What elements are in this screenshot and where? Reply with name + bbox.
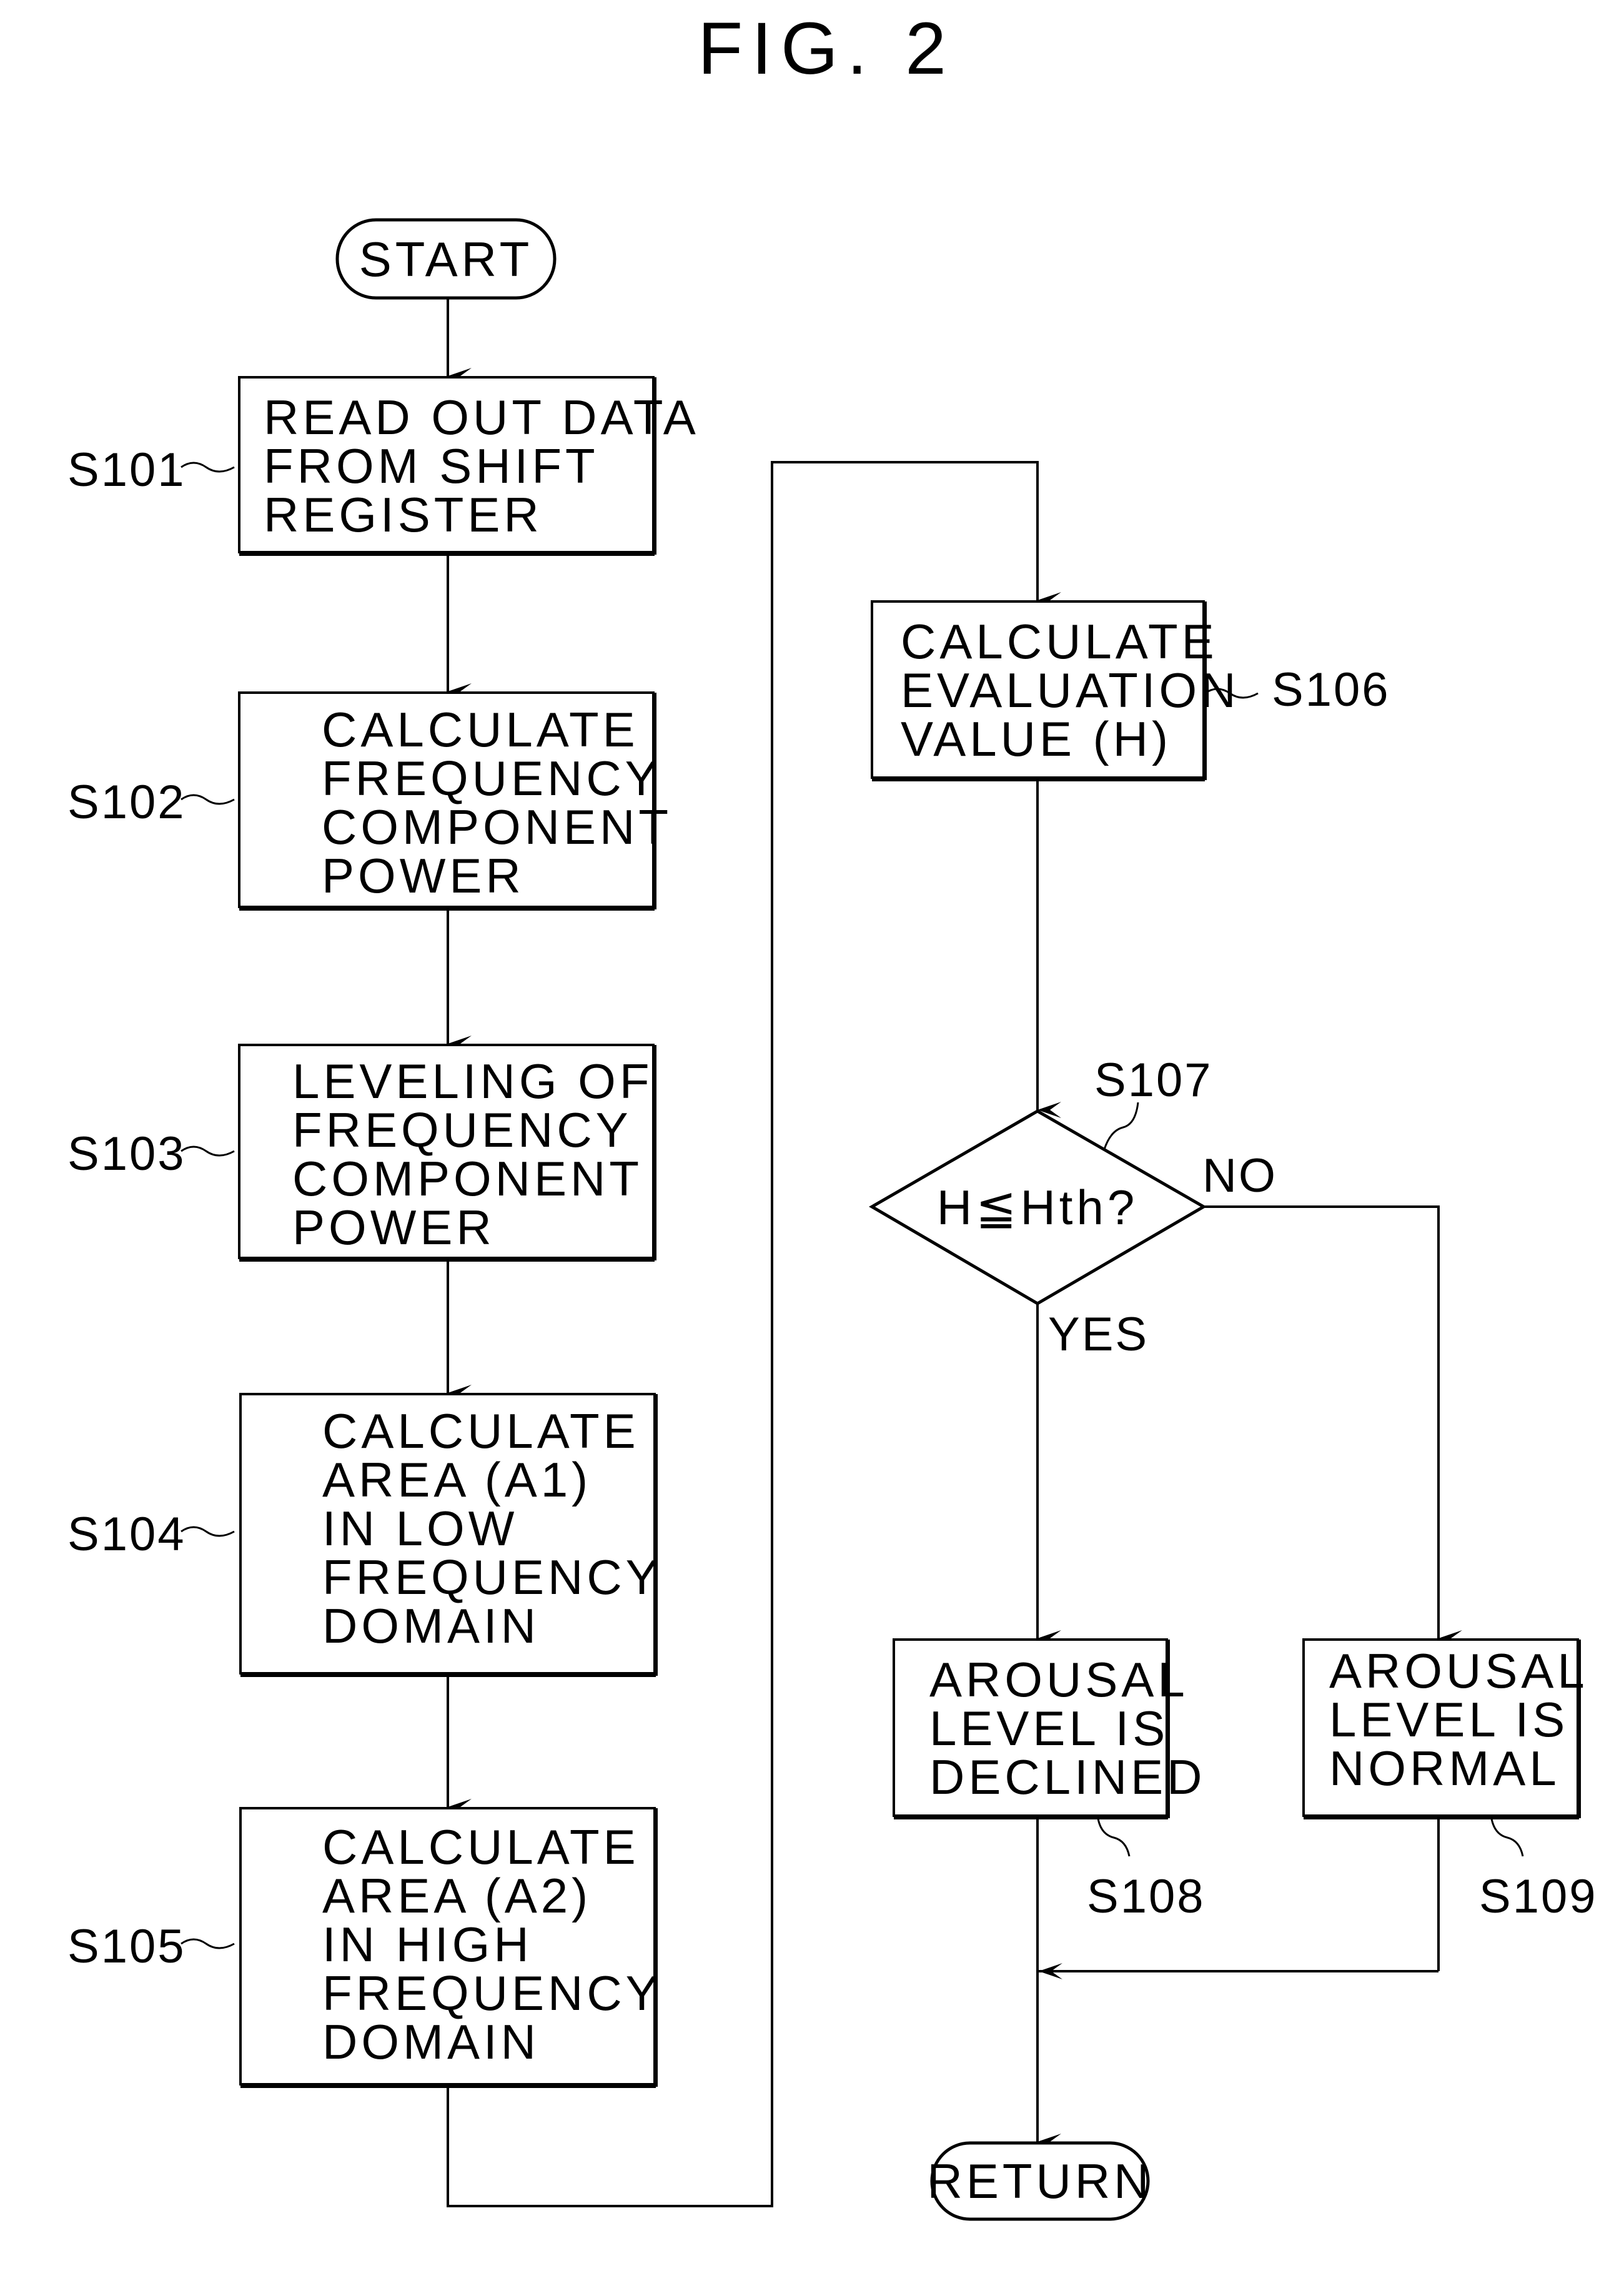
step-text: AROUSAL xyxy=(929,1652,1189,1707)
step-id: S106 xyxy=(1272,663,1390,716)
step-text: DECLINED xyxy=(929,1749,1206,1804)
step-id: S102 xyxy=(67,776,186,829)
step-text: LEVEL IS xyxy=(929,1701,1169,1756)
step-text: CALCULATE xyxy=(322,1819,640,1874)
step-text: CALCULATE xyxy=(322,1403,640,1458)
step-id: S101 xyxy=(67,443,186,497)
step-text: FREQUENCY xyxy=(322,751,661,806)
leader-line xyxy=(1097,1818,1131,1857)
leader-line xyxy=(181,462,235,473)
step-id: S103 xyxy=(67,1127,186,1180)
leader-line xyxy=(181,1146,235,1157)
step-id: S109 xyxy=(1479,1870,1598,1923)
decision-condition: H≦Hth? xyxy=(937,1180,1138,1235)
start-terminal: START xyxy=(335,218,557,300)
step-text: READ OUT DATA xyxy=(264,390,700,445)
step-s106: CALCULATE EVALUATION VALUE (H) S106 xyxy=(871,600,1390,781)
step-text: POWER xyxy=(322,848,525,903)
flowchart: FIG. 2 START READ OUT DATA FROM SHIFT RE… xyxy=(67,7,1598,2221)
step-id: S108 xyxy=(1087,1870,1206,1923)
return-terminal: RETURN xyxy=(928,2141,1153,2221)
step-text: POWER xyxy=(292,1200,495,1255)
step-id: S105 xyxy=(67,1920,186,1973)
step-s109: AROUSAL LEVEL IS NORMAL S109 xyxy=(1302,1638,1598,1923)
step-text: REGISTER xyxy=(264,487,543,542)
leader-line xyxy=(181,1526,235,1537)
step-text: NORMAL xyxy=(1329,1741,1560,1796)
leader-line xyxy=(181,1938,235,1949)
step-text: AREA (A1) xyxy=(322,1452,592,1507)
return-label: RETURN xyxy=(928,2154,1153,2209)
arrow-no-to-s109 xyxy=(1204,1205,1462,1646)
leader-line xyxy=(1103,1102,1139,1150)
step-s108: AROUSAL LEVEL IS DECLINED S108 xyxy=(893,1638,1206,1923)
step-s104: CALCULATE AREA (A1) IN LOW FREQUENCY DOM… xyxy=(67,1393,662,1677)
step-text: VALUE (H) xyxy=(901,711,1172,766)
step-text: EVALUATION xyxy=(901,663,1240,718)
step-text: IN LOW xyxy=(322,1501,518,1556)
step-text: CALCULATE xyxy=(901,614,1218,669)
yes-label: YES xyxy=(1048,1308,1149,1361)
start-label: START xyxy=(359,232,533,287)
step-id: S107 xyxy=(1094,1054,1213,1107)
step-text: AROUSAL xyxy=(1329,1643,1588,1698)
step-text: FREQUENCY xyxy=(322,1966,662,2021)
step-s102: CALCULATE FREQUENCY COMPONENT POWER S102 xyxy=(67,691,672,911)
step-text: FREQUENCY xyxy=(322,1550,662,1605)
step-text: COMPONENT xyxy=(322,799,672,854)
step-text: AREA (A2) xyxy=(322,1868,592,1923)
step-text: COMPONENT xyxy=(292,1151,643,1206)
step-text: LEVELING OF xyxy=(292,1054,653,1109)
leader-line xyxy=(181,794,235,805)
no-label: NO xyxy=(1202,1149,1277,1202)
figure-title: FIG. 2 xyxy=(698,7,955,90)
step-text: IN HIGH xyxy=(322,1917,533,1972)
step-s101: READ OUT DATA FROM SHIFT REGISTER S101 xyxy=(67,376,700,556)
step-id: S104 xyxy=(67,1508,186,1561)
step-text: LEVEL IS xyxy=(1329,1692,1568,1747)
leader-line xyxy=(1490,1818,1524,1857)
step-text: FROM SHIFT xyxy=(264,438,599,493)
step-s103: LEVELING OF FREQUENCY COMPONENT POWER S1… xyxy=(67,1044,656,1262)
step-s105: CALCULATE AREA (A2) IN HIGH FREQUENCY DO… xyxy=(67,1807,662,2088)
step-text: CALCULATE xyxy=(322,702,639,757)
step-text: DOMAIN xyxy=(322,2014,540,2069)
step-text: DOMAIN xyxy=(322,1598,540,1653)
step-text: FREQUENCY xyxy=(292,1102,632,1157)
